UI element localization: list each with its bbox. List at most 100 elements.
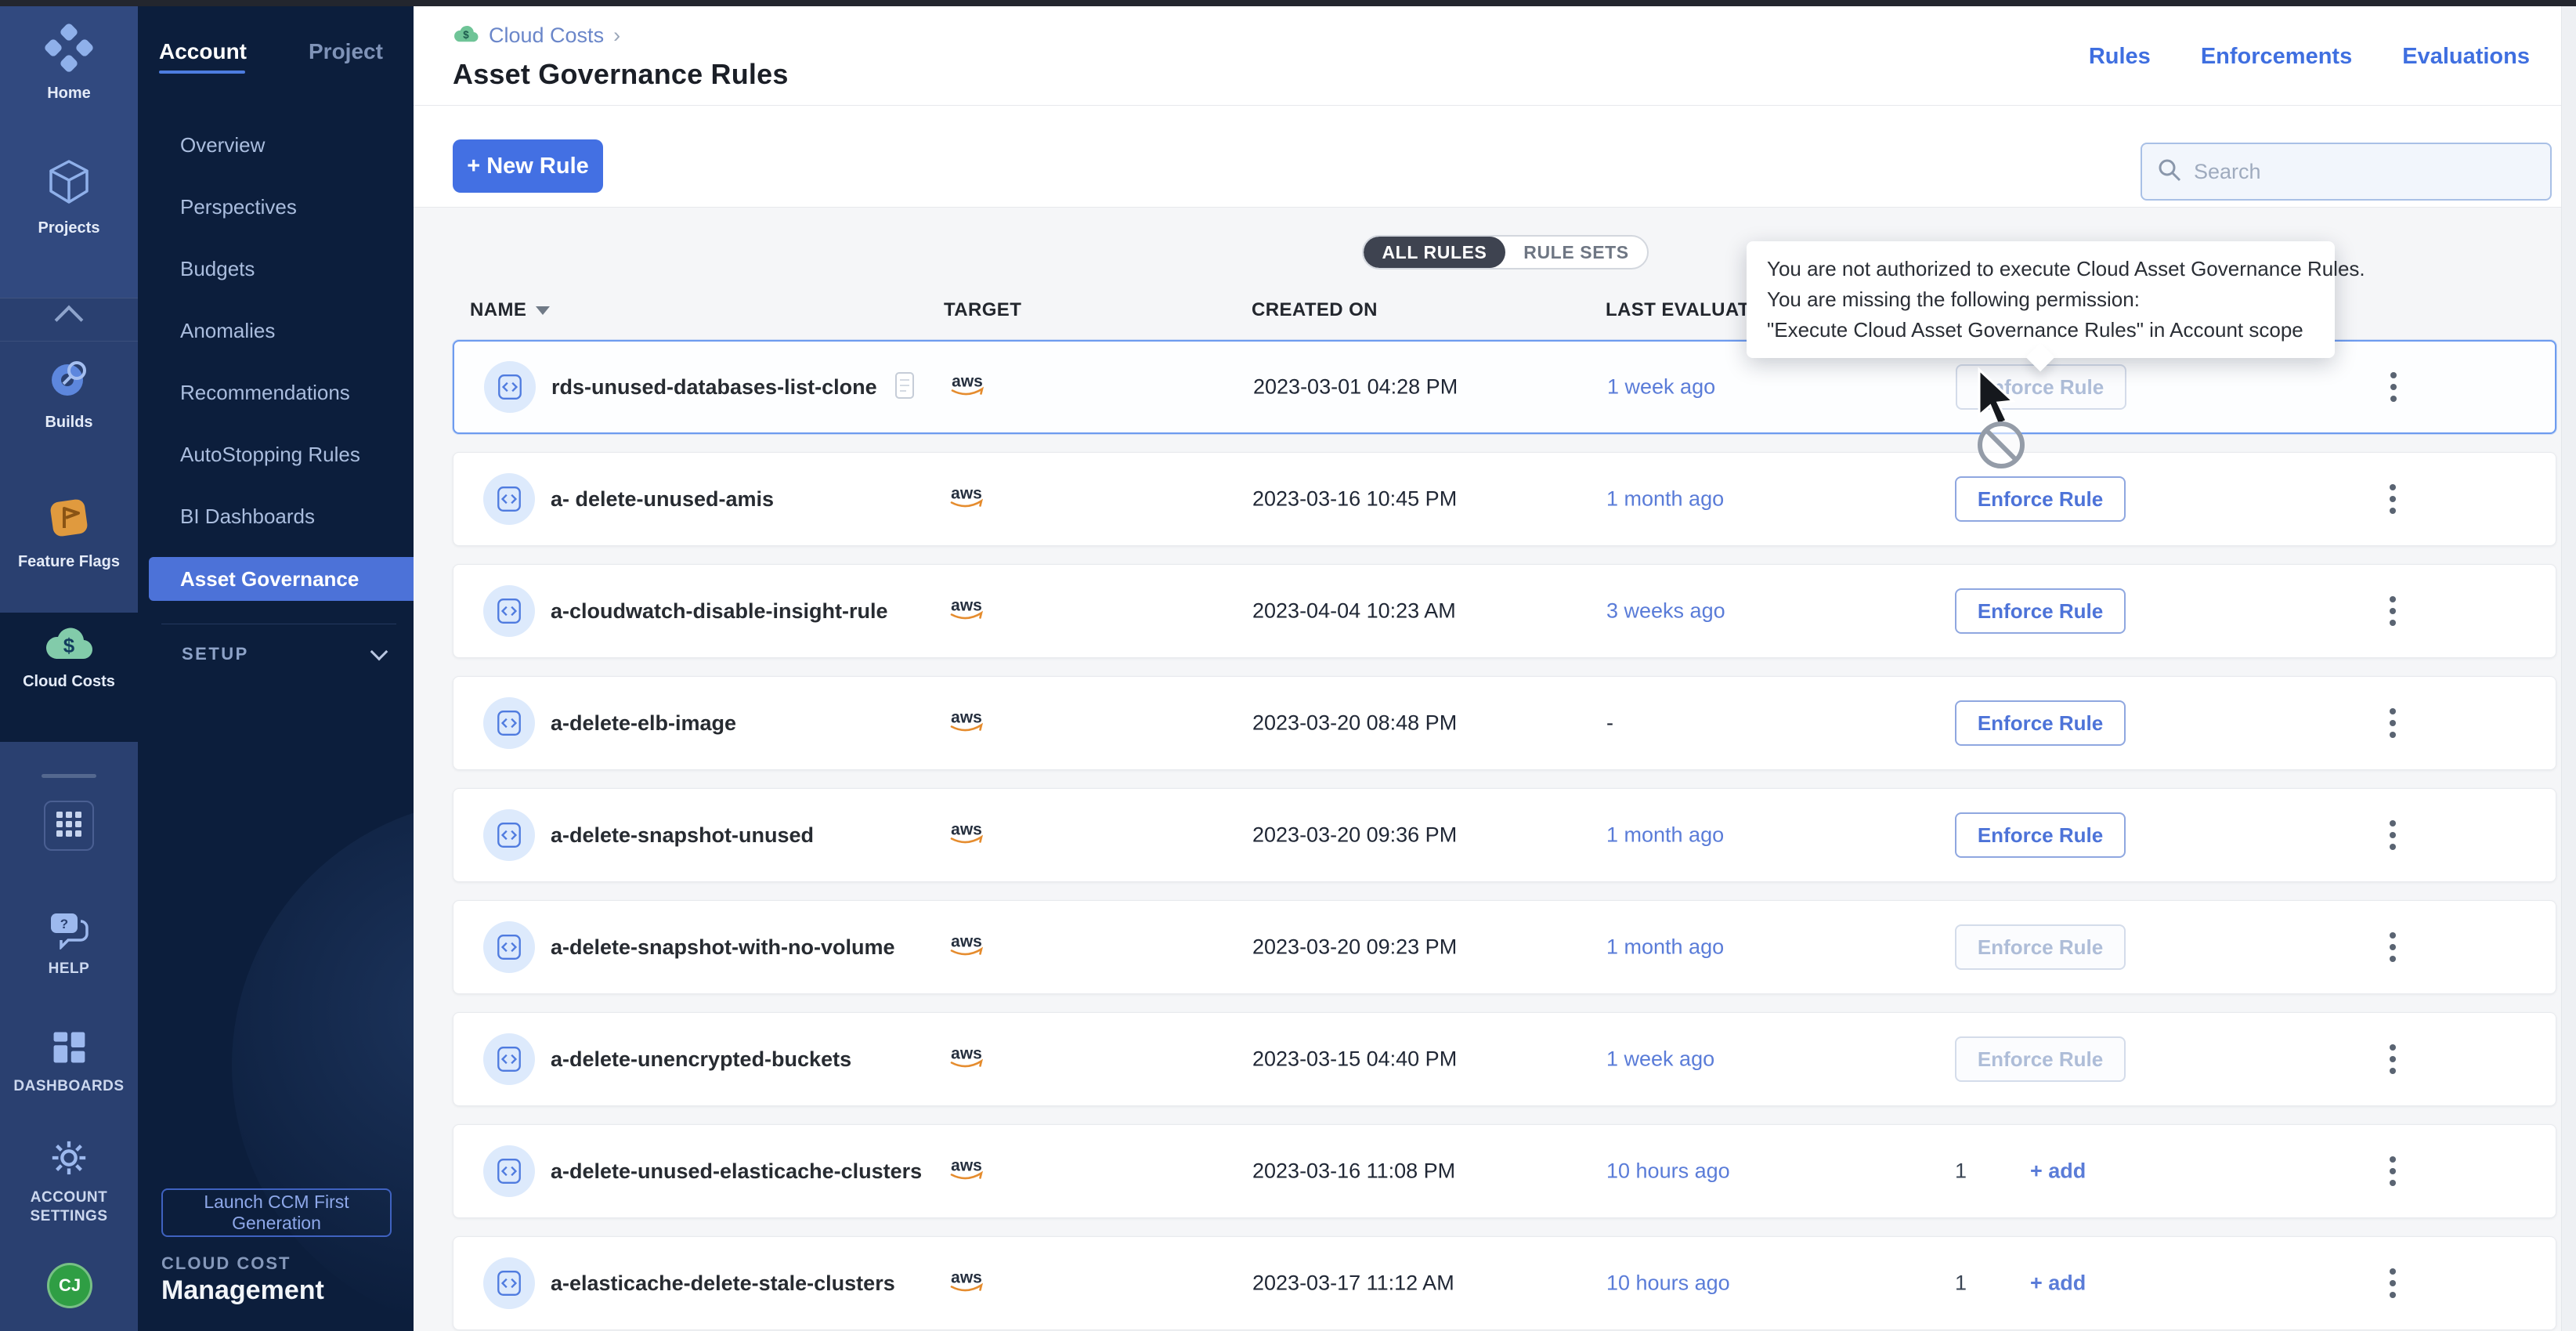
sidebar-item-overview[interactable]: Overview: [138, 114, 414, 176]
table-row[interactable]: a-delete-unused-elasticache-clusters aws…: [453, 1124, 2556, 1218]
row-menu-button[interactable]: [2383, 364, 2404, 410]
aws-logo-icon: aws: [945, 595, 988, 628]
tab-project[interactable]: Project: [309, 39, 383, 64]
dashboards-icon: [49, 1028, 89, 1071]
module-picker-button[interactable]: [44, 801, 94, 851]
enforce-rule-button[interactable]: Enforce Rule: [1955, 588, 2126, 634]
row-menu-button[interactable]: [2382, 700, 2404, 746]
rule-icon: [483, 1145, 535, 1197]
svg-text:aws: aws: [951, 597, 982, 615]
toolbar: + New Rule: [414, 106, 2561, 208]
scrollbar-track[interactable]: [2561, 0, 2576, 1331]
last-evaluation-link[interactable]: 1 week ago: [1606, 1047, 1714, 1072]
row-menu-button[interactable]: [2382, 1260, 2404, 1306]
enforce-rule-button[interactable]: Enforce Rule: [1955, 476, 2126, 522]
rule-icon: [483, 585, 535, 637]
rule-name: a-delete-unused-elasticache-clusters: [551, 1159, 922, 1184]
target-cell: aws: [945, 1043, 988, 1076]
cloud-dollar-icon: $: [43, 624, 95, 666]
rule-name: a-delete-snapshot-with-no-volume: [551, 935, 895, 960]
launch-ccm-first-gen-button[interactable]: Launch CCM First Generation: [161, 1188, 392, 1237]
rule-name-cell: a- delete-unused-amis: [483, 473, 774, 525]
aws-logo-icon: aws: [945, 1043, 988, 1076]
svg-text:aws: aws: [952, 373, 983, 391]
rail-collapse-block[interactable]: [0, 298, 138, 342]
sidebar-item-anomalies[interactable]: Anomalies: [138, 300, 414, 362]
search-input[interactable]: [2194, 160, 2536, 184]
rail-item-account-settings[interactable]: ACCOUNT SETTINGS: [0, 1137, 138, 1226]
rail-item-projects[interactable]: Projects: [0, 157, 138, 237]
toggle-rule-sets[interactable]: RULE SETS: [1505, 237, 1647, 268]
table-row[interactable]: a-delete-elb-image aws 2023-03-20 08:48 …: [453, 676, 2556, 770]
last-evaluation-link[interactable]: 10 hours ago: [1606, 1159, 1730, 1184]
table-row[interactable]: a- delete-unused-amis aws 2023-03-16 10:…: [453, 452, 2556, 546]
svg-text:$: $: [63, 634, 75, 657]
aws-logo-icon: aws: [945, 819, 988, 852]
rail-item-label: Builds: [45, 413, 92, 432]
permission-tooltip: You are not authorized to execute Cloud …: [1747, 241, 2335, 358]
rule-name-cell: a-delete-unencrypted-buckets: [483, 1033, 851, 1085]
row-menu-button[interactable]: [2382, 588, 2404, 634]
column-header-name[interactable]: NAME: [470, 299, 550, 321]
sidebar-item-recommendations[interactable]: Recommendations: [138, 362, 414, 424]
sidebar-item-bi-dashboards[interactable]: BI Dashboards: [138, 486, 414, 548]
table-row[interactable]: a-delete-snapshot-unused aws 2023-03-20 …: [453, 788, 2556, 882]
row-menu-button[interactable]: [2382, 476, 2404, 522]
last-evaluation-link[interactable]: 1 month ago: [1606, 487, 1724, 512]
created-on-cell: 2023-03-16 11:08 PM: [1252, 1159, 1455, 1184]
sidebar-item-budgets[interactable]: Budgets: [138, 238, 414, 300]
rule-name-cell: a-delete-unused-elasticache-clusters: [483, 1145, 922, 1197]
rail-item-label: Feature Flags: [18, 552, 120, 571]
table-row[interactable]: a-cloudwatch-disable-insight-rule aws 20…: [453, 564, 2556, 658]
rail-item-feature-flags[interactable]: Feature Flags: [0, 494, 138, 571]
nav-link-rules[interactable]: Rules: [2089, 44, 2151, 70]
svg-text:aws: aws: [951, 1045, 982, 1063]
table-row[interactable]: a-elasticache-delete-stale-clusters aws …: [453, 1236, 2556, 1330]
rail-item-builds[interactable]: Builds: [0, 354, 138, 432]
enforce-rule-button[interactable]: Enforce Rule: [1955, 812, 2126, 858]
svg-text:aws: aws: [951, 821, 982, 839]
table-row[interactable]: a-delete-snapshot-with-no-volume aws 202…: [453, 900, 2556, 994]
add-enforcement-link[interactable]: + add: [2030, 1159, 2086, 1184]
nav-link-evaluations[interactable]: Evaluations: [2402, 44, 2530, 70]
setup-section-toggle[interactable]: SETUP: [182, 644, 385, 664]
user-avatar[interactable]: CJ: [47, 1263, 92, 1308]
rail-item-dashboards[interactable]: DASHBOARDS: [0, 1028, 138, 1096]
rail-divider: [42, 774, 96, 778]
enforce-rule-button[interactable]: Enforce Rule: [1955, 700, 2126, 746]
rule-icon: [483, 921, 535, 973]
last-evaluation-link[interactable]: 1 week ago: [1607, 375, 1715, 400]
row-menu-button[interactable]: [2382, 1148, 2404, 1194]
target-cell: aws: [945, 371, 989, 404]
help-chat-icon: ?: [46, 909, 92, 953]
rail-item-label: DASHBOARDS: [13, 1077, 124, 1096]
nav-link-enforcements[interactable]: Enforcements: [2201, 44, 2352, 70]
copy-icon[interactable]: [893, 371, 916, 404]
sidebar-item-asset-governance[interactable]: Asset Governance: [149, 557, 414, 601]
last-evaluation-link[interactable]: 1 month ago: [1606, 823, 1724, 848]
rail-item-label: Projects: [38, 219, 100, 237]
last-evaluation-link[interactable]: 1 month ago: [1606, 935, 1724, 960]
rail-item-home[interactable]: Home: [0, 22, 138, 103]
target-cell: aws: [945, 483, 988, 516]
product-name: Management: [161, 1275, 324, 1306]
sidebar-item-autostopping-rules[interactable]: AutoStopping Rules: [138, 424, 414, 486]
add-enforcement-link[interactable]: + add: [2030, 1271, 2086, 1296]
action-cell: Enforce Rule: [1955, 476, 2126, 522]
row-menu-button[interactable]: [2382, 812, 2404, 858]
row-menu-button[interactable]: [2382, 924, 2404, 970]
new-rule-button[interactable]: + New Rule: [453, 139, 603, 193]
row-menu-button[interactable]: [2382, 1036, 2404, 1082]
last-evaluation-link[interactable]: 10 hours ago: [1606, 1271, 1730, 1296]
toggle-all-rules[interactable]: ALL RULES: [1364, 237, 1505, 268]
breadcrumb-link[interactable]: Cloud Costs: [489, 24, 604, 48]
tab-account[interactable]: Account: [159, 39, 247, 64]
sidebar-item-perspectives[interactable]: Perspectives: [138, 176, 414, 238]
sidebar-watermark: [232, 799, 414, 1331]
last-evaluation-link[interactable]: 3 weeks ago: [1606, 599, 1725, 624]
table-row[interactable]: a-delete-unencrypted-buckets aws 2023-03…: [453, 1012, 2556, 1106]
rail-item-cloud-costs[interactable]: $ Cloud Costs: [0, 624, 138, 691]
enforcement-count: 1: [1955, 1271, 1975, 1296]
rail-item-help[interactable]: ? HELP: [0, 909, 138, 978]
svg-text:aws: aws: [951, 709, 982, 727]
